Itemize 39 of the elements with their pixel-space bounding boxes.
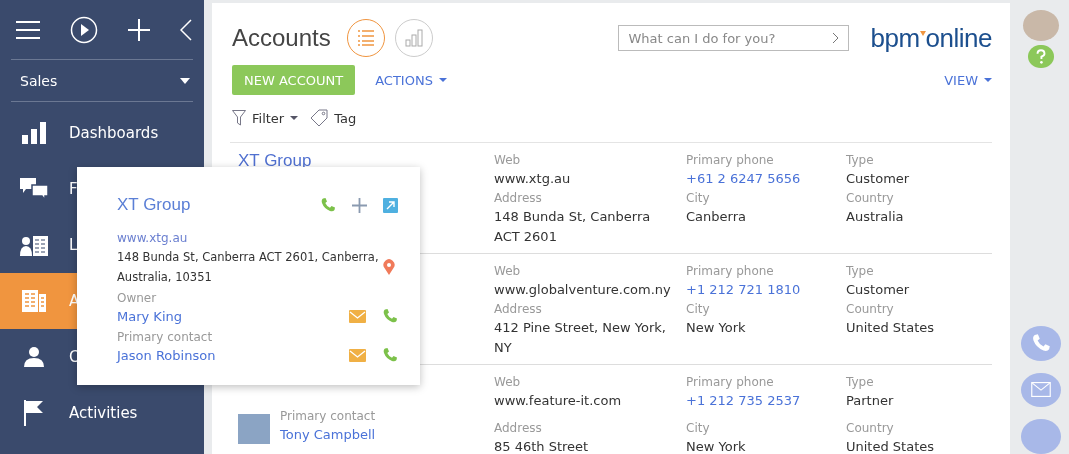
field-value: Customer [846,170,911,188]
field-label: Country [846,190,895,207]
field-value: www.globalventure.com.ny [494,281,672,299]
field-label: Web [494,374,522,391]
field-value: United States [846,319,936,337]
field-value: 412 Pine Street, New York, NY [494,319,667,357]
field-label: Country [846,420,895,437]
field-label: Primary phone [686,374,775,391]
field-label: Web [494,263,522,280]
field-value: www.feature-it.com [494,392,623,410]
field-label: Primary contact [117,329,214,346]
field-label: Type [846,263,875,280]
field-label: Address [494,301,543,318]
address-text: 148 Bunda St, Canberra ACT 2601, Canberra, Australia, 10351 [117,249,379,286]
field-label: Address [494,420,543,437]
field-label: Web [494,152,522,169]
field-label: Country [846,301,895,318]
field-label: Primary contact [280,408,376,425]
field-label: City [686,190,711,207]
field-label: City [686,420,711,437]
field-value: 148 Bunda St, Canberra ACT 2601 [494,208,652,246]
field-label: City [686,301,711,318]
field-value: Canberra [686,208,747,226]
field-label: Type [846,152,875,169]
field-value: www.xtg.au [494,170,572,188]
page-title: Accounts [232,24,331,52]
field-label: Primary phone [686,263,775,280]
field-label: Primary phone [686,152,775,169]
field-label: Type [846,374,875,391]
field-value: Partner [846,392,895,410]
field-value: United States [846,438,936,454]
logo: bpm online [870,22,992,54]
field-value: Australia [846,208,905,226]
field-value: 85 46th Street [494,438,590,454]
field-value: Customer [846,281,911,299]
field-label: Address [494,190,543,207]
field-value: New York [686,438,747,454]
field-label: Owner [117,290,158,307]
field-value: New York [686,319,747,337]
